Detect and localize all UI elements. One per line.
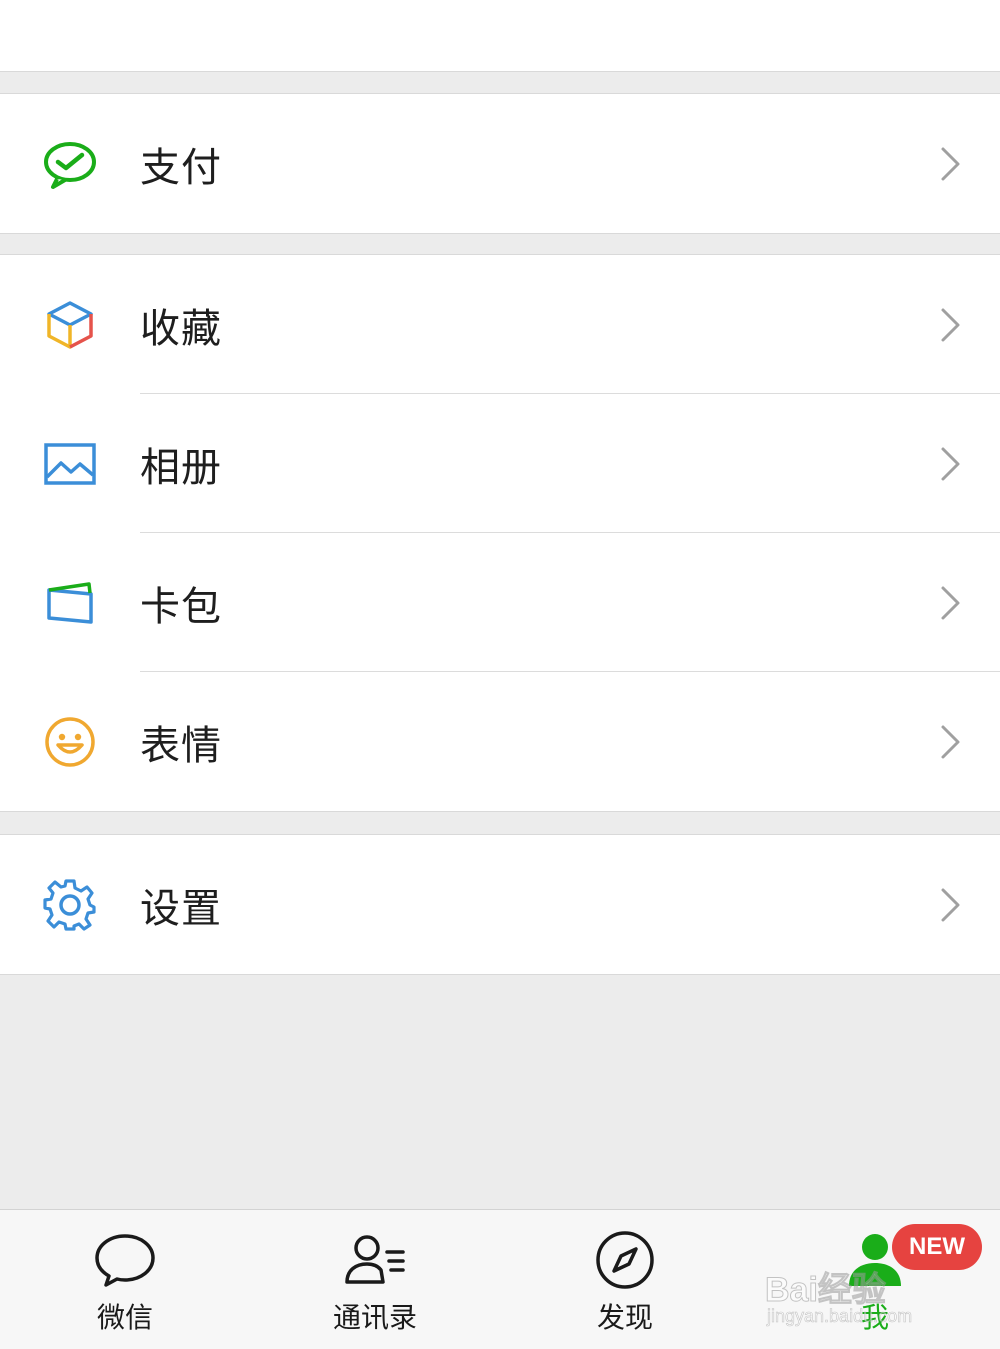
menu-item-pay[interactable]: 支付 — [0, 94, 1000, 233]
new-badge: NEW — [892, 1224, 982, 1270]
tab-chats[interactable]: 微信 — [0, 1210, 250, 1349]
wallet-check-icon — [43, 137, 97, 191]
tab-discover[interactable]: 发现 — [500, 1210, 750, 1349]
menu-item-label: 表情 — [140, 722, 222, 769]
chevron-right-icon — [940, 724, 962, 760]
tab-me[interactable]: 我 NEW — [750, 1210, 1000, 1349]
menu-item-label: 支付 — [140, 144, 222, 191]
menu-item-settings[interactable]: 设置 — [0, 835, 1000, 974]
cube-icon — [43, 298, 97, 352]
bottom-tab-bar: 微信 通讯录 发现 我 NEW — [0, 1209, 1000, 1349]
tab-label: 通讯录 — [332, 1301, 417, 1334]
picture-icon — [43, 437, 97, 491]
compass-icon — [593, 1228, 657, 1292]
menu-item-label: 卡包 — [140, 583, 222, 630]
chevron-right-icon — [940, 446, 962, 482]
menu-item-stickers[interactable]: 表情 — [0, 671, 1000, 811]
card-holder-icon — [43, 576, 97, 630]
tab-label: 发现 — [596, 1301, 653, 1334]
chevron-right-icon — [940, 146, 962, 182]
menu-item-album[interactable]: 相册 — [0, 393, 1000, 533]
gear-icon — [43, 878, 97, 932]
me-page: 支付 收藏 相册 卡包 表情 设置 微信 通讯录 发现 我 NEW Bai经验 … — [0, 0, 1000, 1349]
tab-contacts[interactable]: 通讯录 — [250, 1210, 500, 1349]
menu-item-label: 相册 — [140, 444, 222, 491]
chevron-right-icon — [940, 887, 962, 923]
menu-item-label: 收藏 — [140, 305, 222, 352]
content-group: 收藏 相册 卡包 表情 — [0, 254, 1000, 812]
profile-section-bottom — [0, 0, 1000, 72]
tab-label: 我 — [860, 1301, 889, 1334]
pay-group: 支付 — [0, 93, 1000, 234]
smiley-icon — [43, 715, 97, 769]
menu-item-label: 设置 — [140, 885, 222, 932]
contacts-icon — [343, 1228, 407, 1292]
menu-item-cards[interactable]: 卡包 — [0, 532, 1000, 672]
chat-bubble-icon — [93, 1228, 157, 1292]
chevron-right-icon — [940, 307, 962, 343]
chevron-right-icon — [940, 585, 962, 621]
menu-item-favorites[interactable]: 收藏 — [0, 255, 1000, 394]
settings-group: 设置 — [0, 834, 1000, 975]
tab-label: 微信 — [96, 1301, 153, 1334]
